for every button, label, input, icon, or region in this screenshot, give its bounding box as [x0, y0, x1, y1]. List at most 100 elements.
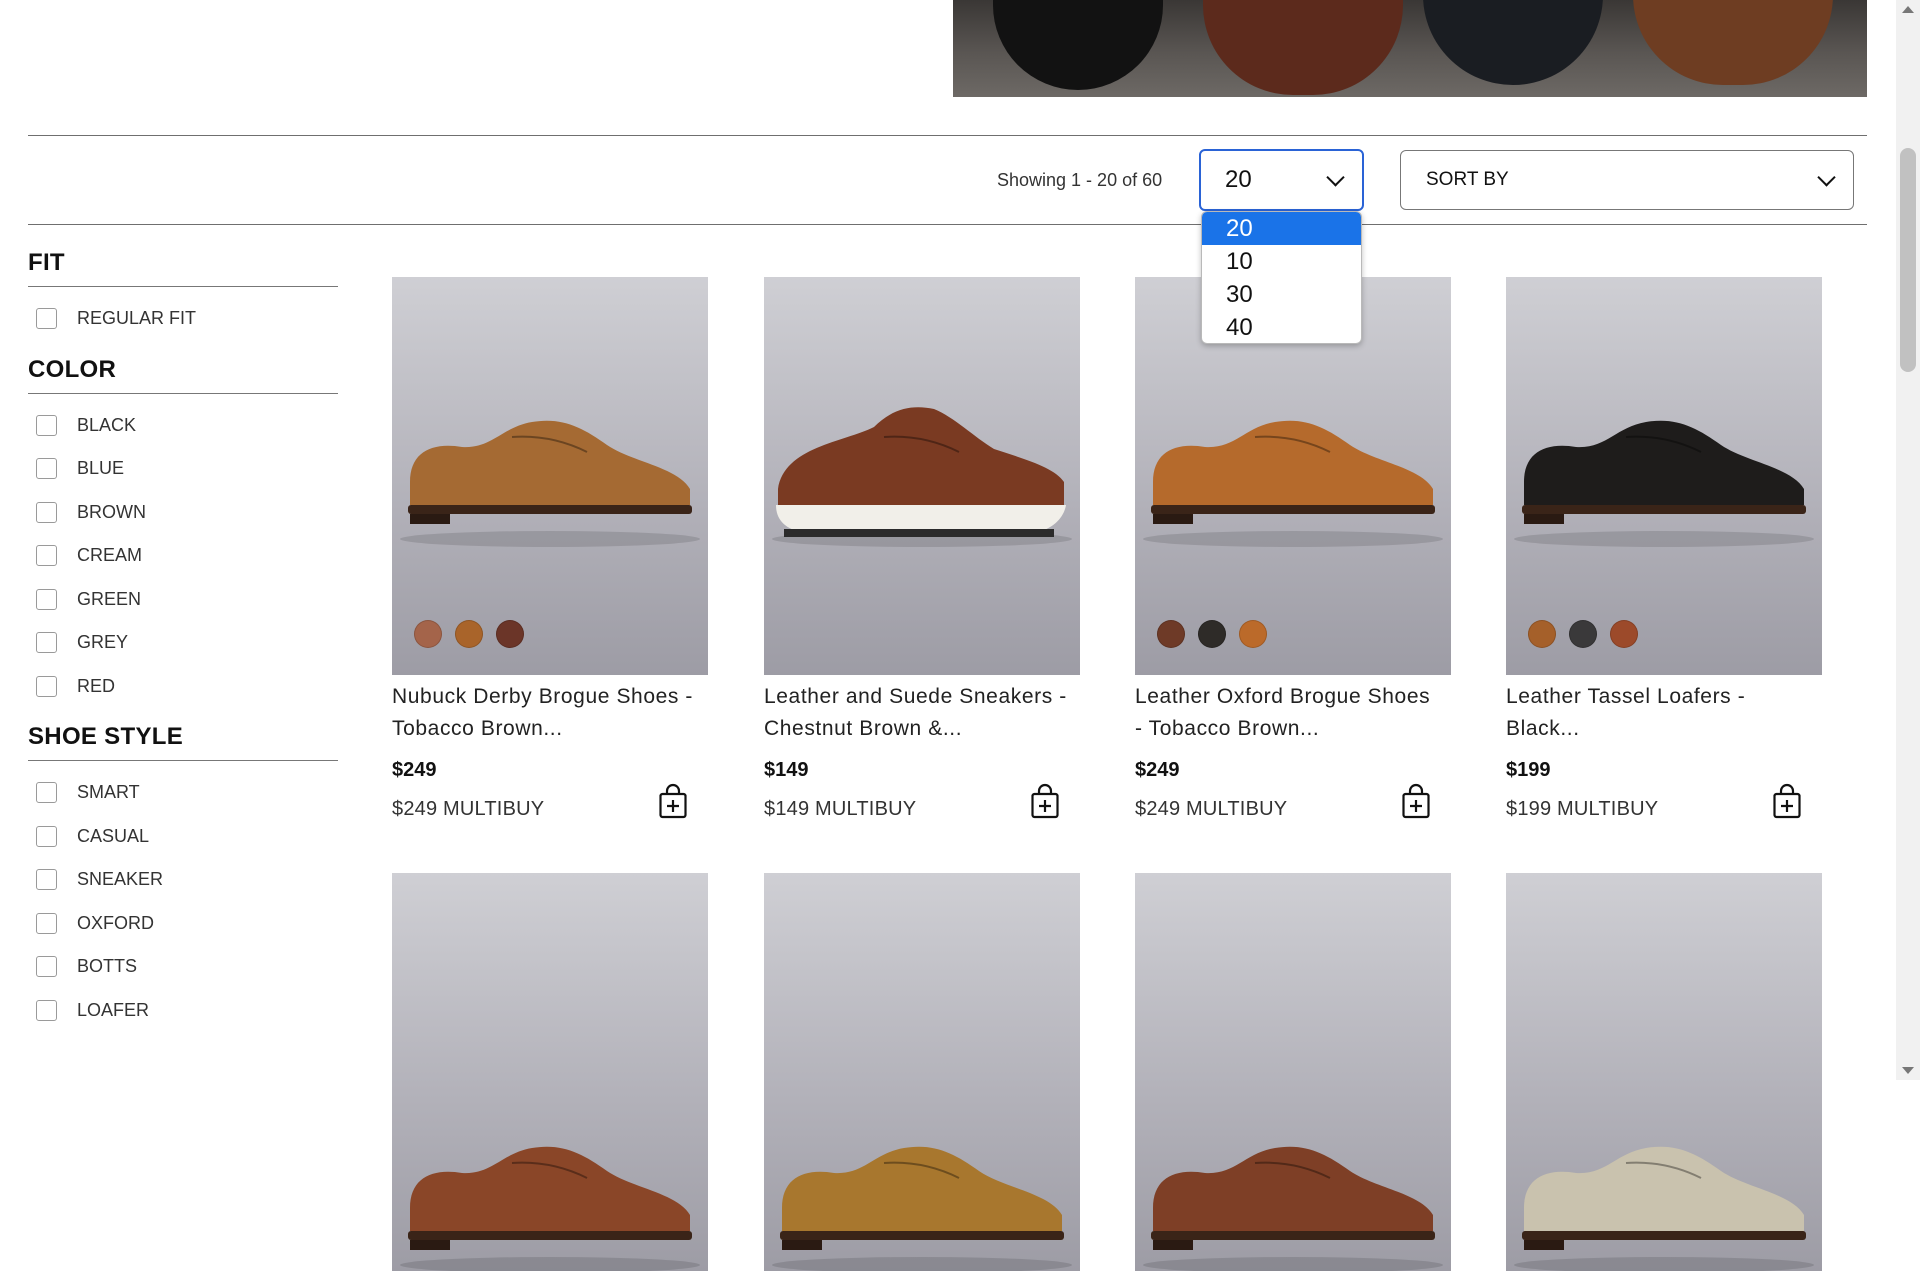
checkbox[interactable]: [36, 675, 57, 697]
filter-option-label: GREEN: [77, 588, 142, 609]
checkbox[interactable]: [36, 458, 57, 480]
items-per-page-options: 20 10 30 40: [1201, 211, 1362, 344]
color-swatches: [414, 620, 524, 648]
filter-option[interactable]: OXFORD: [28, 902, 338, 946]
scroll-thumb[interactable]: [1900, 148, 1916, 372]
checkbox[interactable]: [36, 545, 57, 567]
filter-option[interactable]: GREEN: [28, 578, 338, 622]
results-count: Showing 1 - 20 of 60: [997, 170, 1163, 190]
product-title[interactable]: Nubuck Derby Brogue Shoes - Tobacco Brown…: [392, 681, 708, 745]
filter-option[interactable]: SNEAKER: [28, 858, 338, 902]
filter-option[interactable]: BLACK: [28, 404, 338, 448]
per-page-option[interactable]: 10: [1202, 245, 1361, 278]
filter-option[interactable]: LOAFER: [28, 989, 338, 1033]
product-card: Leather Tassel Loafers - Black... $199 $199…: [1506, 277, 1822, 821]
color-swatch[interactable]: [1198, 620, 1226, 648]
color-swatch[interactable]: [1610, 620, 1638, 648]
checkbox[interactable]: [36, 308, 57, 330]
product-title[interactable]: Leather Tassel Loafers - Black...: [1506, 681, 1822, 745]
shopping-bag-plus-icon[interactable]: [1030, 783, 1060, 819]
product-image[interactable]: [392, 277, 708, 675]
items-per-page-value: 20: [1225, 166, 1252, 193]
filter-option-label: REGULAR FIT: [77, 308, 197, 329]
color-swatch[interactable]: [496, 620, 524, 648]
filter-option[interactable]: CREAM: [28, 534, 338, 578]
filter-group-divider: [28, 286, 338, 287]
sort-by-select[interactable]: SORT BY: [1400, 150, 1854, 210]
filter-option[interactable]: REGULAR FIT: [28, 297, 338, 341]
product-title[interactable]: Leather Oxford Brogue Shoes - Tobacco Bro…: [1135, 681, 1451, 745]
product-title[interactable]: Leather and Suede Sneakers - Chestnut Bro…: [764, 681, 1080, 745]
shopping-bag-plus-icon[interactable]: [658, 783, 688, 819]
product-image[interactable]: [1135, 873, 1451, 1271]
shoe-illustration: [400, 1146, 700, 1271]
filter-option[interactable]: GREY: [28, 621, 338, 665]
per-page-option[interactable]: 30: [1202, 278, 1361, 311]
filter-option[interactable]: BOTTS: [28, 945, 338, 989]
product-image[interactable]: [1506, 277, 1822, 675]
product-title-line: Leather and Suede Sneakers -: [764, 685, 1067, 708]
filter-option-label: BROWN: [77, 501, 146, 522]
color-swatch[interactable]: [455, 620, 483, 648]
color-swatches: [1157, 620, 1267, 648]
color-swatch[interactable]: [414, 620, 442, 648]
page-scrollbar[interactable]: [1896, 0, 1920, 1080]
filter-option[interactable]: SMART: [28, 771, 338, 815]
checkbox[interactable]: [36, 782, 57, 804]
product-price: $199: [1506, 759, 1551, 781]
filter-option[interactable]: RED: [28, 665, 338, 709]
shopping-bag-plus-icon[interactable]: [1772, 783, 1802, 819]
filter-option-label: BLACK: [77, 414, 137, 435]
per-page-option[interactable]: 40: [1202, 311, 1361, 343]
checkbox[interactable]: [36, 956, 57, 978]
product-image[interactable]: [392, 873, 708, 1271]
items-per-page-select[interactable]: 20: [1199, 149, 1364, 211]
product-image[interactable]: [764, 277, 1080, 675]
shoe-illustration: [772, 407, 1072, 547]
checkbox[interactable]: [36, 414, 57, 436]
color-swatch[interactable]: [1157, 620, 1185, 648]
color-swatch[interactable]: [1528, 620, 1556, 648]
filter-option-label: OXFORD: [77, 912, 155, 933]
product-price: $149: [764, 759, 809, 781]
chevron-down-icon: [1326, 168, 1345, 187]
shoe-illustration: [1514, 420, 1814, 547]
shoe-illustration: [1514, 1146, 1814, 1271]
checkbox[interactable]: [36, 869, 57, 891]
filter-option-label: RED: [77, 675, 116, 696]
shoe-illustration: [1143, 1146, 1443, 1271]
color-swatch[interactable]: [1569, 620, 1597, 648]
product-card: [1135, 873, 1451, 1271]
color-swatch[interactable]: [1239, 620, 1267, 648]
filter-option-label: SNEAKER: [77, 869, 164, 890]
checkbox[interactable]: [36, 912, 57, 934]
scroll-down-arrow[interactable]: [1902, 1067, 1914, 1074]
checkbox[interactable]: [36, 999, 57, 1021]
checkbox[interactable]: [36, 825, 57, 847]
shopping-bag-plus-icon[interactable]: [1401, 783, 1431, 819]
filter-option[interactable]: BLUE: [28, 447, 338, 491]
per-page-option[interactable]: 20: [1202, 212, 1361, 245]
product-title-line: Black...: [1506, 717, 1580, 740]
product-card: Leather Oxford Brogue Shoes - Tobacco Bro…: [1135, 277, 1451, 821]
filter-option[interactable]: BROWN: [28, 491, 338, 535]
scroll-up-arrow[interactable]: [1902, 6, 1914, 13]
color-swatches: [1528, 620, 1638, 648]
filter-option-label: GREY: [77, 632, 129, 653]
checkbox[interactable]: [36, 501, 57, 523]
product-title-line: Tobacco Brown...: [392, 717, 563, 740]
product-title-line: Nubuck Derby Brogue Shoes -: [392, 685, 694, 708]
filter-group-divider: [28, 760, 338, 761]
product-image[interactable]: [1506, 873, 1822, 1271]
checkbox[interactable]: [36, 588, 57, 610]
product-image[interactable]: [764, 873, 1080, 1271]
filter-option[interactable]: CASUAL: [28, 815, 338, 859]
toolbar-top-divider: [28, 135, 1867, 136]
filter-option-label: CASUAL: [77, 825, 150, 846]
checkbox[interactable]: [36, 632, 57, 654]
shoe-illustration: [400, 420, 700, 547]
product-price: $249: [1135, 759, 1180, 781]
product-title-line: Leather Oxford Brogue Shoes: [1135, 685, 1431, 708]
product-card: Leather and Suede Sneakers - Chestnut Bro…: [764, 277, 1080, 821]
toolbar-bottom-divider: [28, 224, 1867, 225]
